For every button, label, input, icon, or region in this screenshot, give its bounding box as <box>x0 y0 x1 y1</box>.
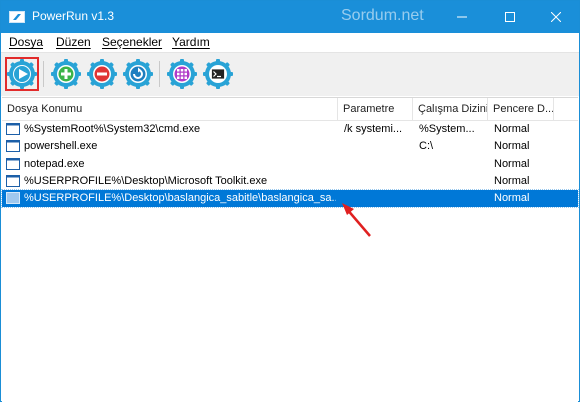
maximize-icon <box>505 12 515 22</box>
list-header: Dosya Konumu Parametre Çalışma Dizini Pe… <box>2 98 578 121</box>
cell-calisma-dizini <box>419 190 487 207</box>
remove-icon <box>87 59 117 89</box>
cell-calisma-dizini: %System... <box>419 123 475 135</box>
toolbar <box>1 52 579 96</box>
grid-icon <box>167 59 197 89</box>
cell-parametre <box>344 173 412 190</box>
minimize-icon <box>457 16 467 18</box>
title-bar[interactable]: PowerRun v1.3 Sordum.net <box>1 1 579 33</box>
refresh-button[interactable] <box>121 57 155 91</box>
cell-parametre <box>344 156 412 173</box>
cell-calisma-dizini <box>419 173 487 190</box>
file-icon <box>6 140 20 153</box>
cell-dosya-konumu: powershell.exe <box>24 140 98 153</box>
cell-pencere: Normal <box>494 157 530 170</box>
cmd-button[interactable] <box>201 57 235 91</box>
refresh-icon <box>123 59 153 89</box>
file-icon <box>6 192 20 205</box>
add-icon <box>51 59 81 89</box>
cell-pencere: Normal <box>494 123 530 135</box>
app-icon <box>9 11 25 23</box>
cell-calisma-dizini: C:\ <box>419 140 434 153</box>
cell-dosya-konumu: %SystemRoot%\System32\cmd.exe <box>24 123 201 135</box>
cmd-icon <box>203 59 233 89</box>
table-row[interactable]: %SystemRoot%\System32\cmd.exe/k systemi.… <box>2 121 578 138</box>
run-icon <box>7 59 37 89</box>
table-row[interactable]: %USERPROFILE%\Desktop\baslangica_sabitle… <box>1 189 579 209</box>
menu-yardim[interactable]: Yardım <box>172 35 210 49</box>
watermark-text: Sordum.net <box>341 7 424 24</box>
toolbar-separator <box>159 61 160 87</box>
file-icon <box>6 157 20 170</box>
program-list[interactable]: Dosya Konumu Parametre Çalışma Dizini Pe… <box>1 97 579 402</box>
maximize-button[interactable] <box>487 1 533 33</box>
file-icon <box>6 123 20 135</box>
add-button[interactable] <box>49 57 83 91</box>
table-row[interactable]: %USERPROFILE%\Desktop\Microsoft Toolkit.… <box>2 173 578 190</box>
cell-parametre: /k systemi... <box>344 123 403 135</box>
run-button[interactable] <box>5 57 39 91</box>
close-button[interactable] <box>533 1 579 33</box>
column-header-dosya-konumu[interactable]: Dosya Konumu <box>2 98 338 120</box>
cell-dosya-konumu: %USERPROFILE%\Desktop\Microsoft Toolkit.… <box>24 174 268 187</box>
annotation-arrow-icon <box>342 203 371 237</box>
window-title: PowerRun v1.3 <box>32 9 115 23</box>
cell-pencere: Normal <box>494 174 530 187</box>
remove-button[interactable] <box>85 57 119 91</box>
menu-secenekler[interactable]: Seçenekler <box>102 35 162 49</box>
menu-duzen[interactable]: Düzen <box>56 35 91 49</box>
menu-dosya[interactable]: Dosya <box>9 35 43 49</box>
cell-calisma-dizini <box>419 156 487 173</box>
cell-pencere: Normal <box>494 192 530 205</box>
menu-bar: Dosya Düzen Seçenekler Yardım <box>1 33 579 51</box>
grid-button[interactable] <box>165 57 199 91</box>
cell-dosya-konumu: %USERPROFILE%\Desktop\baslangica_sabitle… <box>24 192 336 205</box>
table-row[interactable]: powershell.exe C:\ Normal <box>2 138 578 155</box>
toolbar-separator <box>43 61 44 87</box>
column-header-calisma-dizini[interactable]: Çalışma Dizini <box>413 98 488 120</box>
cell-pencere: Normal <box>494 140 530 153</box>
table-row[interactable]: notepad.exe Normal <box>2 156 578 173</box>
column-header-parametre[interactable]: Parametre <box>338 98 413 120</box>
file-icon <box>6 174 20 187</box>
close-icon <box>551 12 561 22</box>
column-header-pencere[interactable]: Pencere D... <box>488 98 554 120</box>
cell-parametre <box>344 138 412 155</box>
minimize-button[interactable] <box>439 1 485 33</box>
cell-dosya-konumu: notepad.exe <box>24 157 85 170</box>
app-window: PowerRun v1.3 Sordum.net Dosya Düzen Seç… <box>0 0 580 402</box>
